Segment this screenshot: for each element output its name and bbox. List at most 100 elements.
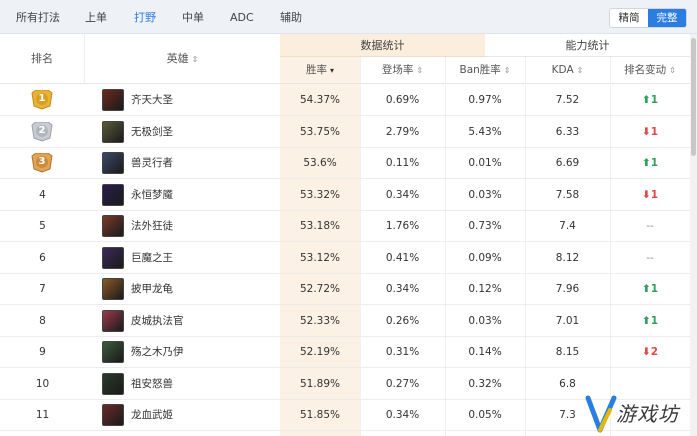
hero-name[interactable]: 龙血武姬	[131, 400, 173, 431]
win-rate-header[interactable]: 胜率 ▾	[280, 57, 360, 84]
sort-icon: ⇕	[416, 66, 424, 75]
tab-all[interactable]: 所有打法	[16, 0, 60, 34]
table-row[interactable]: 4 永恒梦魇 53.32% 0.34% 0.03% 7.58 ⬇1	[0, 180, 690, 211]
rank-number: 11	[35, 409, 50, 421]
hero-name[interactable]: 巨魔之王	[131, 243, 173, 274]
rank-change: ⬆1	[610, 148, 690, 179]
hero-portrait-icon[interactable]	[102, 120, 124, 143]
hero-portrait-icon[interactable]	[102, 372, 124, 395]
hero-name[interactable]: 殇之木乃伊	[131, 337, 184, 368]
sort-icon: ⇕	[669, 66, 676, 75]
hero-portrait-icon[interactable]	[102, 404, 124, 426]
rank-change: --	[610, 243, 690, 274]
rank-change: ⬇2	[610, 337, 690, 368]
win-rate-value: 53.6%	[303, 157, 337, 169]
tab-ability-stats[interactable]: 能力统计	[485, 34, 690, 57]
pick-rate-header[interactable]: 登场率 ⇕	[360, 57, 445, 84]
win-rate-value: 52.72%	[299, 283, 341, 295]
hero-name[interactable]: 永恒梦魇	[131, 180, 173, 211]
table-row[interactable]: 7 披甲龙龟 52.72% 0.34% 0.12% 7.96 ⬆1	[0, 274, 690, 305]
hero-name[interactable]: 披甲龙龟	[131, 274, 173, 305]
sort-icon: ⇕	[503, 66, 511, 75]
win-rate-value: 52.33%	[299, 314, 341, 327]
hero-portrait-icon[interactable]	[102, 89, 124, 111]
hero-name[interactable]: 法外狂徒	[131, 211, 173, 242]
sort-desc-icon: ▾	[329, 66, 334, 75]
rank-change-value: 1	[650, 94, 659, 106]
tab-adc[interactable]: ADC	[230, 0, 254, 34]
rank-number: 2	[38, 124, 46, 136]
ban-rate-value: 0.73%	[468, 220, 502, 232]
kda-value: 7.96	[555, 283, 580, 295]
hero-name[interactable]: 无极剑圣	[131, 117, 173, 148]
table-column-headers: 胜率 ▾ 登场率 ⇕ Ban胜率 ⇕ KDA ⇕ 排名变动 ⇕	[0, 57, 690, 84]
rank-number: 6	[39, 251, 46, 264]
rank-change: ⬆1	[610, 306, 690, 337]
hero-name[interactable]: 兽灵行者	[131, 148, 173, 179]
rank-change: ⬇1	[610, 117, 690, 148]
table-row[interactable]: 2 无极剑圣 53.75% 2.79% 5.43% 6.33 ⬇1	[0, 117, 690, 148]
pick-rate-value: 2.79%	[385, 125, 420, 138]
rank-change: ⬆1	[610, 274, 690, 305]
mode-full-button[interactable]: 完整	[648, 9, 686, 27]
ban-rate-value: 5.43%	[468, 125, 502, 138]
tab-top[interactable]: 上单	[85, 0, 107, 34]
mode-simple-button[interactable]: 精简	[610, 9, 648, 27]
win-rate-value: 53.12%	[299, 251, 341, 264]
rank-number: 1	[38, 93, 46, 104]
table-row[interactable]: 1 齐天大圣 54.37% 0.69% 0.97% 7.52 ⬆1	[0, 85, 690, 116]
pick-rate-value: 0.69%	[385, 94, 420, 106]
win-rate-value: 53.75%	[299, 125, 341, 138]
tab-data-stats[interactable]: 数据统计	[280, 34, 485, 57]
rank-change-header[interactable]: 排名变动 ⇕	[610, 57, 690, 84]
table-row[interactable]: 6 巨魔之王 53.12% 0.41% 0.09% 8.12 --	[0, 243, 690, 274]
table-row[interactable]: 5 法外狂徒 53.18% 1.76% 0.73% 7.4 --	[0, 211, 690, 242]
sort-icon: ⇕	[576, 66, 584, 75]
tab-support[interactable]: 辅助	[280, 0, 302, 34]
hero-name[interactable]: 皮城执法官	[131, 306, 184, 337]
pick-rate-value: 0.26%	[385, 314, 420, 327]
hero-portrait-icon[interactable]	[102, 246, 124, 269]
rank-medal-icon: 2	[30, 121, 54, 142]
pick-rate-value: 0.27%	[385, 377, 420, 390]
hero-portrait-icon[interactable]	[102, 152, 124, 174]
tab-jungle[interactable]: 打野	[134, 0, 156, 34]
hero-portrait-icon[interactable]	[102, 183, 124, 206]
win-rate-value: 53.32%	[299, 188, 341, 201]
kda-value: 7.58	[555, 188, 580, 201]
rank-change-value: 1	[650, 157, 659, 169]
kda-value: 7.52	[555, 94, 580, 106]
arrow-up-icon: ⬆	[641, 157, 651, 169]
win-rate-value: 51.89%	[299, 377, 341, 390]
hero-portrait-icon[interactable]	[102, 278, 124, 300]
hero-name[interactable]: 齐天大圣	[131, 85, 173, 116]
hero-portrait-icon[interactable]	[102, 309, 124, 332]
pick-rate-value: 0.34%	[385, 283, 420, 295]
kda-value: 8.15	[555, 346, 580, 358]
rank-medal-icon: 3	[30, 152, 54, 173]
rank-number: 8	[39, 314, 46, 327]
tab-mid[interactable]: 中单	[182, 0, 204, 34]
ban-rate-header[interactable]: Ban胜率 ⇕	[445, 57, 525, 84]
table-row[interactable]: 9 殇之木乃伊 52.19% 0.31% 0.14% 8.15 ⬇2	[0, 337, 690, 368]
table-row[interactable]: 8 皮城执法官 52.33% 0.26% 0.03% 7.01 ⬆1	[0, 306, 690, 337]
hero-portrait-icon[interactable]	[102, 215, 124, 237]
rank-change-value: 1	[650, 188, 659, 201]
rank-change-value: 1	[650, 283, 659, 295]
pick-rate-value: 1.76%	[385, 220, 420, 232]
ban-rate-value: 0.12%	[468, 283, 502, 295]
view-mode-toggle: 精简 完整	[609, 8, 687, 28]
ban-rate-value: 0.14%	[468, 346, 502, 358]
ban-rate-value: 0.01%	[468, 157, 502, 169]
kda-header[interactable]: KDA ⇕	[525, 57, 610, 84]
hero-name[interactable]: 祖安怒兽	[131, 369, 173, 400]
pick-rate-value: 0.31%	[385, 346, 420, 358]
scrollbar-thumb[interactable]	[691, 38, 696, 156]
table-row[interactable]: 3 兽灵行者 53.6% 0.11% 0.01% 6.69 ⬆1	[0, 148, 690, 179]
pick-rate-value: 0.11%	[385, 157, 420, 169]
rank-change: ⬆1	[610, 85, 690, 116]
arrow-up-icon: ⬆	[641, 94, 651, 106]
ban-rate-value: 0.03%	[468, 188, 502, 201]
hero-portrait-icon[interactable]	[102, 341, 124, 363]
rank-number: 4	[39, 188, 46, 201]
